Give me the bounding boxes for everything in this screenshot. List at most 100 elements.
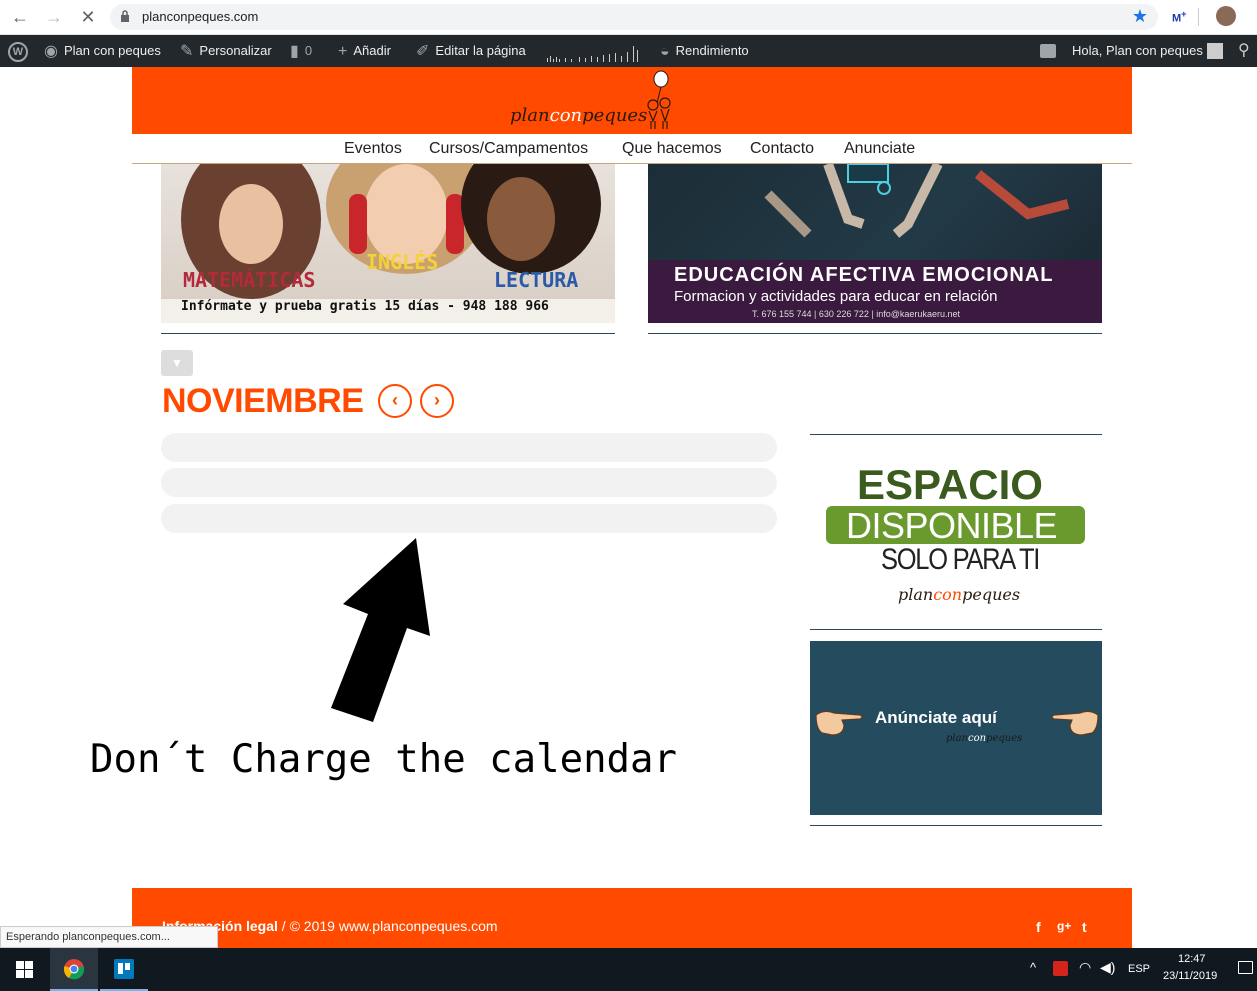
footer-copyright: / © 2019 www.planconpeques.com: [277, 918, 498, 934]
site-footer: Información legal / © 2019 www.planconpe…: [132, 888, 1132, 948]
sidebar-divider: [810, 825, 1102, 826]
admin-customize-label: Personalizar: [199, 43, 272, 58]
banner-tagline: Infórmate y prueba gratis 15 días - 948 …: [181, 299, 549, 314]
browser-status-tooltip: Esperando planconpeques.com...: [0, 926, 218, 948]
facebook-icon[interactable]: f: [1036, 919, 1041, 935]
banner-emotional-title: EDUCACIÓN AFECTIVA EMOCIONAL: [674, 264, 1054, 286]
site-header: planconpeques: [132, 67, 1132, 134]
pencil-icon: ✐: [416, 42, 430, 60]
admin-performance[interactable]: ◒ Rendimiento: [660, 35, 749, 67]
search-icon[interactable]: ⚲: [1238, 40, 1250, 60]
wordpress-logo-icon[interactable]: W: [8, 42, 28, 62]
back-button[interactable]: ←: [8, 6, 32, 28]
main-navigation: Eventos Cursos/Campamentos Que hacemos C…: [132, 134, 1132, 164]
banner-divider-right: [648, 333, 1102, 334]
site-logo[interactable]: planconpeques: [510, 105, 647, 126]
banner-ad-learning[interactable]: MATEMÁTICAS INGLÉS LECTURA Infórmate y p…: [161, 164, 615, 323]
sidebar-ad-espacio-disponible[interactable]: ESPACIO DISPONIBLE SOLO PARA TI planconp…: [810, 434, 1102, 630]
admin-performance-label: Rendimiento: [675, 43, 749, 58]
ad-anunciate-brand-peques: peques: [986, 733, 1023, 744]
logo-plan-text: plan: [510, 105, 550, 126]
bookmark-star-icon[interactable]: ★: [1132, 6, 1148, 27]
banner-ad-emotional-education[interactable]: EDUCACIÓN AFECTIVA EMOCIONAL Formacion y…: [648, 164, 1102, 323]
banner-feet-photo: [764, 164, 1070, 238]
clock-time[interactable]: 12:47: [1178, 953, 1206, 965]
admin-greeting: Hola, Plan con peques: [1072, 43, 1203, 58]
trello-icon: [114, 959, 134, 979]
pointing-hand-left-icon: [1051, 710, 1099, 736]
profile-avatar[interactable]: [1216, 6, 1236, 26]
address-bar[interactable]: planconpeques.com ★: [110, 4, 1158, 30]
ad-anunciate-brand: planconpeques: [946, 733, 1022, 744]
calendar-loading-row: [161, 433, 777, 462]
admin-comments-count: 0: [304, 43, 313, 58]
ad-espacio-brand-con: con: [933, 585, 963, 604]
ad-espacio-brand-peques: peques: [962, 585, 1021, 604]
ad-anunciate-text: Anúnciate aquí: [875, 708, 997, 727]
notifications-icon[interactable]: [1238, 961, 1253, 974]
tray-expand-icon[interactable]: ^: [1030, 960, 1036, 975]
calendar-next-button[interactable]: ›: [420, 384, 454, 418]
admin-site-name[interactable]: ◉ Plan con peques: [44, 35, 161, 67]
taskbar-chrome-button[interactable]: [50, 948, 98, 991]
ad-espacio-brand: planconpeques: [898, 585, 1020, 604]
comment-icon: ▮: [290, 42, 299, 60]
twitter-icon[interactable]: t: [1082, 919, 1087, 935]
admin-account[interactable]: Hola, Plan con peques: [1072, 35, 1203, 67]
admin-comments[interactable]: ▮ 0: [290, 35, 312, 67]
admin-customize[interactable]: ✎ Personalizar: [180, 35, 272, 67]
browser-toolbar: ← → ✕ planconpeques.com ★ M+: [0, 0, 1257, 35]
dashboard-icon: ◉: [44, 42, 58, 60]
filter-button[interactable]: ▼: [161, 350, 193, 376]
volume-icon[interactable]: ◀): [1100, 959, 1115, 976]
notification-icon[interactable]: [1040, 44, 1056, 58]
url-text: planconpeques.com: [142, 9, 259, 24]
ad-espacio-line2: DISPONIBLE: [846, 505, 1058, 546]
google-plus-icon[interactable]: g+: [1057, 919, 1071, 933]
ad-espacio-line1: ESPACIO: [857, 461, 1043, 508]
admin-site-name-label: Plan con peques: [63, 43, 161, 58]
ad-anunciate-brand-plan: plan: [946, 733, 969, 744]
antivirus-tray-icon[interactable]: [1053, 961, 1068, 976]
logo-kids-balloon-icon: [647, 70, 671, 129]
calendar-month-title: NOVIEMBRE: [162, 382, 364, 420]
ad-espacio-line3: SOLO PARA TI: [881, 543, 1040, 576]
wifi-icon[interactable]: ◠: [1079, 959, 1091, 976]
annotation-arrow-icon: [331, 538, 430, 722]
language-indicator[interactable]: ESP: [1128, 963, 1150, 975]
calendar-loading-row: [161, 504, 777, 533]
admin-add-new[interactable]: + Añadir: [338, 35, 391, 67]
windows-taskbar: ^ ◠ ◀) ESP 12:47 23/11/2019: [0, 948, 1257, 991]
query-monitor-sparkline[interactable]: [545, 44, 645, 64]
filter-funnel-icon: ▼: [171, 356, 183, 370]
clock-date[interactable]: 23/11/2019: [1163, 970, 1217, 982]
admin-add-new-label: Añadir: [353, 43, 391, 58]
calendar-loading-row: [161, 468, 777, 497]
brush-icon: ✎: [180, 42, 194, 60]
banner-divider-left: [161, 333, 615, 334]
admin-edit-page[interactable]: ✐ Editar la página: [416, 35, 526, 67]
chrome-icon: [63, 959, 85, 980]
lock-icon: [121, 10, 129, 22]
pointing-hand-right-icon: [815, 710, 863, 736]
nav-item-que-hacemos[interactable]: Que hacemos: [622, 140, 722, 158]
windows-start-icon[interactable]: [16, 961, 33, 978]
banner-math-word: MATEMÁTICAS: [183, 268, 316, 292]
banner-english-word: INGLÉS: [366, 250, 439, 274]
calendar-prev-button[interactable]: ‹: [378, 384, 412, 418]
ad-anunciate-brand-con: con: [968, 733, 987, 744]
banner-reading-word: LECTURA: [494, 268, 579, 292]
toolbar-divider: [1198, 8, 1199, 26]
admin-edit-page-label: Editar la página: [435, 43, 526, 58]
taskbar-trello-button[interactable]: [100, 948, 148, 991]
extension-icon[interactable]: M+: [1172, 9, 1187, 25]
nav-item-eventos[interactable]: Eventos: [344, 140, 402, 158]
stop-loading-button[interactable]: ✕: [76, 6, 100, 28]
forward-button[interactable]: →: [42, 6, 66, 28]
sidebar-ad-anunciate[interactable]: Anúnciate aquí planconpeques: [810, 641, 1102, 815]
banner-emotional-contact: T. 676 155 744 | 630 226 722 | info@kaer…: [752, 309, 960, 319]
nav-item-anunciate[interactable]: Anunciate: [844, 140, 915, 158]
nav-item-contacto[interactable]: Contacto: [750, 140, 814, 158]
nav-item-cursos[interactable]: Cursos/Campamentos: [429, 140, 588, 158]
admin-avatar[interactable]: [1207, 43, 1223, 59]
